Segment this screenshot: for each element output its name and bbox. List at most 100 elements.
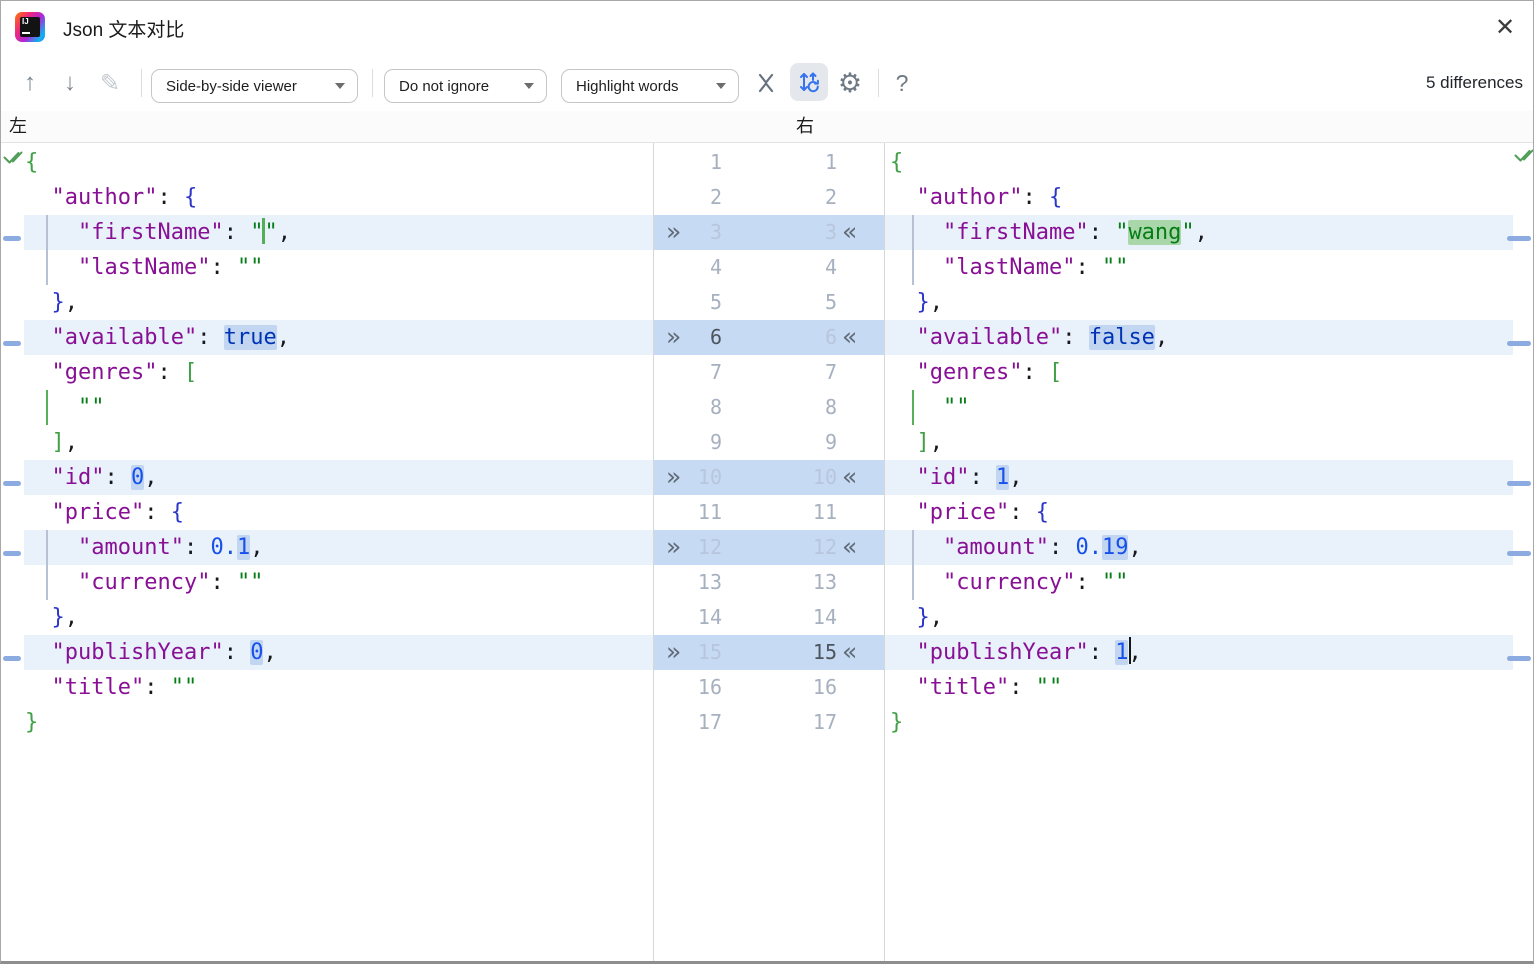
change-marker xyxy=(1507,656,1531,661)
right-line-number: 8 xyxy=(793,390,837,425)
ignore-policy-dropdown[interactable]: Do not ignore xyxy=(384,69,547,103)
change-marker xyxy=(3,341,21,346)
right-line-number: 4 xyxy=(793,250,837,285)
gutter-row-12: »1212« xyxy=(654,530,884,565)
left-editor[interactable]: { "author": { "firstName": "", "lastName… xyxy=(24,143,654,961)
left-line-number: 3 xyxy=(678,215,722,250)
gutter-row-3: »33« xyxy=(654,215,884,250)
indent-guide xyxy=(912,390,914,425)
code-line-right-17: } xyxy=(885,705,1513,740)
right-line-number: 13 xyxy=(793,565,837,600)
left-marker-gutter xyxy=(1,143,24,961)
code-line-left-13: "currency": "" xyxy=(24,565,653,600)
code-line-right-9: ], xyxy=(885,425,1513,460)
change-marker xyxy=(3,236,21,241)
apply-change-left-icon[interactable]: « xyxy=(842,635,857,670)
code-line-right-15: "publishYear": 1, xyxy=(885,635,1513,670)
change-marker xyxy=(3,656,21,661)
left-line-number: 2 xyxy=(678,180,722,215)
window-title: Json 文本对比 xyxy=(63,15,184,42)
gutter-row-8: 88 xyxy=(654,390,884,425)
code-line-left-17: } xyxy=(24,705,653,740)
code-line-left-14: }, xyxy=(24,600,653,635)
right-line-number: 7 xyxy=(793,355,837,390)
gutter-row-14: 1414 xyxy=(654,600,884,635)
right-editor[interactable]: { "author": { "firstName": "wang", "last… xyxy=(885,143,1513,961)
code-line-right-3: "firstName": "wang", xyxy=(885,215,1513,250)
right-line-number: 2 xyxy=(793,180,837,215)
help-icon[interactable]: ? xyxy=(885,64,919,102)
code-line-right-10: "id": 1, xyxy=(885,460,1513,495)
sync-scroll-toggle[interactable] xyxy=(790,63,828,101)
differences-count: 5 differences xyxy=(1426,55,1523,111)
code-line-right-7: "genres": [ xyxy=(885,355,1513,390)
left-line-number: 16 xyxy=(678,670,722,705)
close-icon[interactable]: ✕ xyxy=(1489,12,1521,44)
right-line-number: 17 xyxy=(793,705,837,740)
change-marker xyxy=(1507,481,1531,486)
right-line-number: 5 xyxy=(793,285,837,320)
code-line-left-2: "author": { xyxy=(24,180,653,215)
right-line-number: 1 xyxy=(793,145,837,180)
gutter-row-1: 11 xyxy=(654,145,884,180)
left-line-number: 12 xyxy=(678,530,722,565)
left-line-number: 1 xyxy=(678,145,722,180)
right-line-number: 11 xyxy=(793,495,837,530)
left-line-number: 10 xyxy=(678,460,722,495)
code-line-right-8: "" xyxy=(885,390,1513,425)
code-line-left-10: "id": 0, xyxy=(24,460,653,495)
right-line-number: 16 xyxy=(793,670,837,705)
gutter-row-7: 77 xyxy=(654,355,884,390)
diff-window: IJ Json 文本对比 ✕ ↑ ↓ ✎ Side-by-side viewer… xyxy=(0,0,1534,964)
indent-guide xyxy=(912,530,914,600)
apply-change-left-icon[interactable]: « xyxy=(842,460,857,495)
code-line-left-15: "publishYear": 0, xyxy=(24,635,653,670)
right-marker-gutter xyxy=(1513,143,1533,961)
toolbar-separator xyxy=(372,69,373,97)
left-line-number: 9 xyxy=(678,425,722,460)
gutter-row-2: 22 xyxy=(654,180,884,215)
chevron-down-icon xyxy=(716,83,726,89)
change-marker xyxy=(1507,341,1531,346)
right-line-number: 12 xyxy=(793,530,837,565)
edit-icon[interactable]: ✎ xyxy=(93,64,127,102)
code-line-left-7: "genres": [ xyxy=(24,355,653,390)
gear-icon[interactable]: ⚙ xyxy=(833,64,867,102)
right-line-number: 6 xyxy=(793,320,837,355)
code-line-right-12: "amount": 0.19, xyxy=(885,530,1513,565)
viewer-mode-dropdown[interactable]: Side-by-side viewer xyxy=(151,69,358,103)
collapse-unchanged-icon[interactable] xyxy=(749,64,783,102)
left-panel-title: 左 xyxy=(9,111,27,142)
left-line-number: 8 xyxy=(678,390,722,425)
apply-change-left-icon[interactable]: « xyxy=(842,530,857,565)
title-bar: IJ Json 文本对比 ✕ xyxy=(1,1,1533,55)
gutter-row-15: »1515« xyxy=(654,635,884,670)
code-line-right-2: "author": { xyxy=(885,180,1513,215)
code-line-left-8: "" xyxy=(24,390,653,425)
code-line-right-5: }, xyxy=(885,285,1513,320)
left-line-number: 5 xyxy=(678,285,722,320)
gutter-row-5: 55 xyxy=(654,285,884,320)
code-line-left-6: "available": true, xyxy=(24,320,653,355)
line-number-gutter: 1122»33«4455»66«778899»1010«1111»1212«13… xyxy=(654,143,885,961)
chevron-down-icon xyxy=(335,83,345,89)
previous-difference-button[interactable]: ↑ xyxy=(13,64,47,102)
apply-change-left-icon[interactable]: « xyxy=(842,320,857,355)
change-marker xyxy=(3,481,21,486)
gutter-row-17: 1717 xyxy=(654,705,884,740)
left-line-number: 7 xyxy=(678,355,722,390)
right-line-number: 15 xyxy=(793,635,837,670)
indent-guide xyxy=(46,530,48,600)
highlight-policy-dropdown[interactable]: Highlight words xyxy=(561,69,739,103)
change-marker xyxy=(1507,551,1531,556)
right-line-number: 3 xyxy=(793,215,837,250)
chevron-down-icon xyxy=(524,83,534,89)
no-problems-check-icon xyxy=(1513,146,1534,164)
code-line-left-3: "firstName": "", xyxy=(24,215,653,250)
gutter-row-10: »1010« xyxy=(654,460,884,495)
no-problems-check-icon xyxy=(2,148,23,166)
toolbar-separator xyxy=(878,69,879,97)
gutter-row-13: 1313 xyxy=(654,565,884,600)
apply-change-left-icon[interactable]: « xyxy=(842,215,857,250)
next-difference-button[interactable]: ↓ xyxy=(53,64,87,102)
